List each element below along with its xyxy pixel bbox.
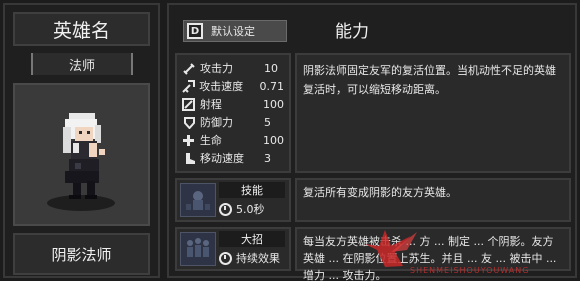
stat-value: 100 — [263, 97, 284, 111]
skill-cooldown: 5.0秒 — [219, 200, 289, 218]
ultimate-type-label: 大招 — [219, 231, 285, 247]
watermark-logo-icon — [365, 230, 417, 267]
clock-icon — [219, 251, 232, 265]
stat-label: 射程 — [199, 98, 222, 111]
ability-description: 阴影法师固定友军的复活位置。当机动性不足的英雄复活时，可以缩短移动距离。 — [295, 53, 571, 173]
duration-value: 持续效果 — [236, 252, 280, 265]
ability-title: 能力 — [335, 22, 369, 42]
watermark-text: SHENMEISHOUYOUWANG — [410, 266, 530, 275]
sword-icon — [182, 61, 196, 75]
stat-row-move-speed: 移动速度 3 — [182, 149, 284, 167]
skill-type-label: 技能 — [219, 182, 285, 198]
ultimate-icon[interactable] — [180, 232, 216, 266]
stat-value: 10 — [264, 61, 278, 75]
stat-row-defense: 防御力 5 — [182, 113, 284, 131]
stat-value: 3 — [264, 151, 271, 165]
stat-value: 5 — [264, 115, 271, 129]
keyboard-key-icon: D — [187, 23, 203, 39]
stat-row-health: 生命 100 — [182, 131, 284, 149]
hero-title: 阴影法师 — [13, 233, 150, 275]
hero-class-label: 法师 — [31, 53, 133, 75]
shadow-mage-sprite — [47, 113, 115, 211]
stat-value: 0.71 — [259, 79, 285, 93]
shield-icon — [182, 115, 196, 129]
skill-info: 技能 5.0秒 — [175, 178, 291, 222]
default-settings-label: 默认设定 — [211, 25, 255, 38]
stat-label: 攻击速度 — [199, 80, 244, 93]
stat-label: 防御力 — [200, 116, 233, 129]
cooldown-value: 5.0秒 — [236, 203, 265, 216]
stat-label: 生命 — [199, 134, 222, 147]
ultimate-duration: 持续效果 — [219, 249, 289, 267]
stat-row-attack: 攻击力 10 — [182, 59, 284, 77]
ultimate-info: 大招 持续效果 — [175, 227, 291, 271]
stat-label: 移动速度 — [200, 152, 244, 165]
clock-icon — [219, 202, 232, 216]
skill-icon[interactable] — [180, 183, 216, 217]
stat-row-range: 射程 100 — [182, 95, 284, 113]
hero-info-panel: 英雄名 法师 阴影法师 — [3, 3, 160, 278]
ability-header-bar: D 默认设定 能力 — [175, 11, 569, 51]
hero-name-header: 英雄名 — [13, 12, 150, 46]
stat-row-attack-speed: 攻击速度 0.71 — [182, 77, 284, 95]
range-icon — [182, 97, 196, 111]
boot-icon — [182, 151, 196, 165]
default-settings-button[interactable]: D 默认设定 — [183, 20, 287, 42]
cross-icon — [182, 133, 196, 147]
attack-speed-icon — [182, 79, 196, 93]
skill-description: 复活所有变成阴影的友方英雄。 — [295, 178, 571, 222]
skill-row: 技能 5.0秒 复活所有变成阴影的友方英雄。 — [175, 178, 571, 222]
stat-label: 攻击力 — [200, 62, 233, 75]
stats-list: 攻击力 10 攻击速度 0.71 射程 100 防御力 5 生命 100 移动速… — [175, 53, 291, 173]
stat-value: 100 — [263, 133, 284, 147]
hero-portrait — [13, 83, 150, 226]
